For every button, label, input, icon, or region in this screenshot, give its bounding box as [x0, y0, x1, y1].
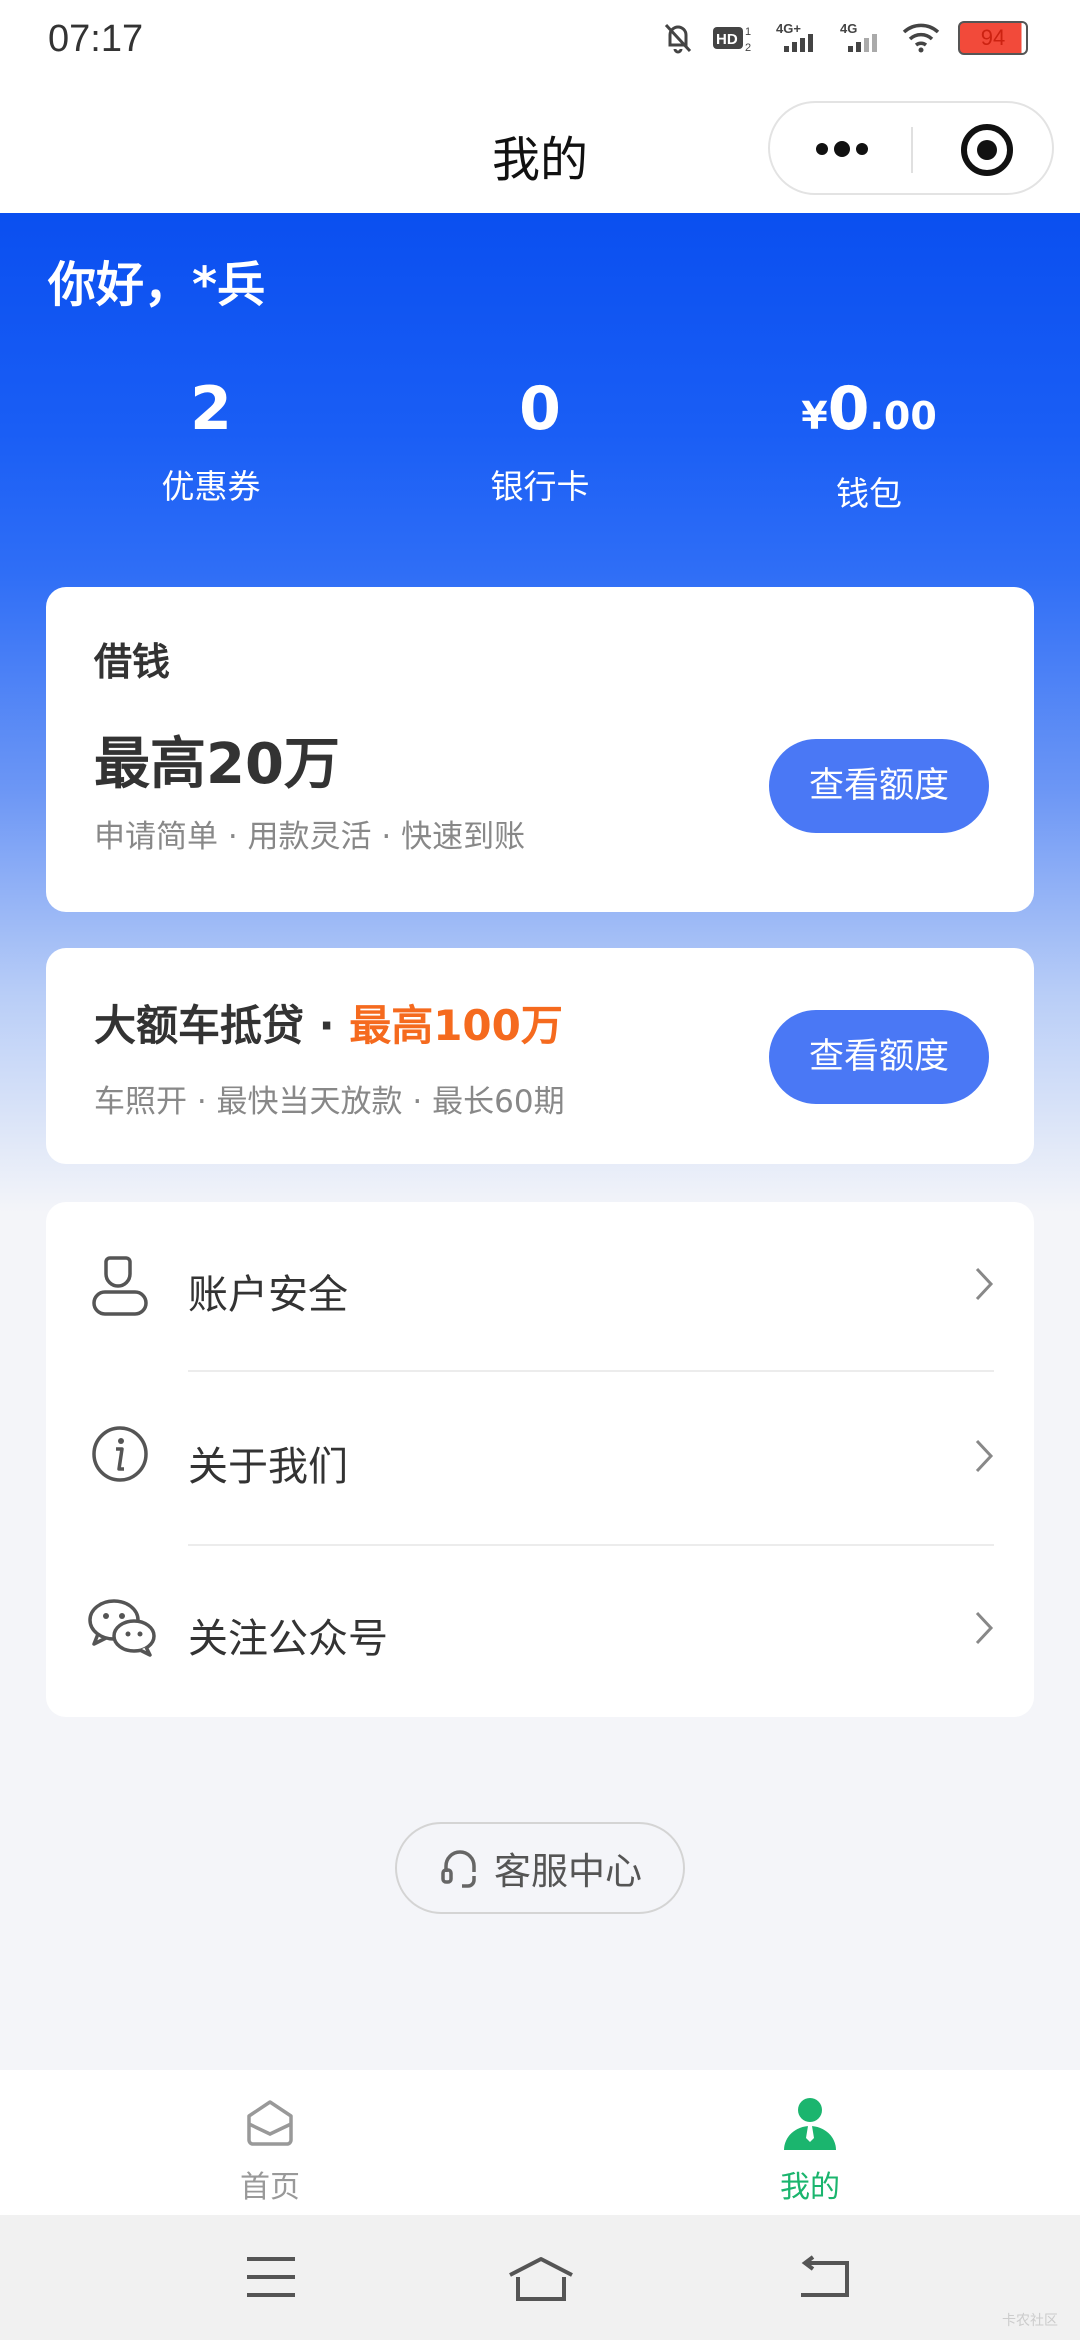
menu-item-account-security[interactable]: 账户安全 [46, 1202, 1034, 1374]
bank-card-count: 0 [519, 374, 561, 444]
home-nav-icon[interactable] [506, 2255, 576, 2303]
menu-label-about-us: 关于我们 [188, 1444, 348, 1490]
tab-bar: 首页 我的 [0, 2070, 1080, 2215]
tab-mine[interactable]: 我的 [660, 2070, 960, 2215]
home-icon [247, 2100, 293, 2146]
signal-4g-icon-2: 4G [840, 21, 877, 52]
settings-menu: 账户安全 关于我们 关注公众号 [46, 1202, 1034, 1717]
car-loan-title-text: 大额车抵贷 · [94, 1001, 350, 1050]
status-time: 07:17 [48, 18, 144, 60]
chevron-right-icon [975, 1267, 994, 1301]
user-icon [92, 1256, 148, 1316]
tab-mine-label: 我的 [780, 2170, 840, 2205]
car-loan-highlight: 最高100万 [349, 1001, 563, 1050]
chevron-right-icon [975, 1439, 994, 1473]
status-bar: 07:17 HD 1 2 4G+ 4G 94 [0, 0, 1080, 84]
car-loan-title: 大额车抵贷 · 最高100万 [94, 992, 563, 1053]
car-loan-check-quota-button[interactable]: 查看额度 [769, 1010, 989, 1104]
tab-home[interactable]: 首页 [120, 2070, 420, 2215]
wallet-integer: 0 [827, 374, 870, 444]
svg-text:HD: HD [716, 31, 738, 48]
loan-description: 申请简单 · 用款灵活 · 快速到账 [94, 819, 526, 855]
watermark: 卡农社区 [1002, 2313, 1058, 2329]
wechat-icon [88, 1599, 156, 1657]
mini-program-capsule [768, 101, 1054, 195]
customer-service-button[interactable]: 客服中心 [395, 1822, 685, 1914]
battery-indicator: 94 [958, 21, 1028, 55]
info-icon [92, 1426, 148, 1482]
svg-text:4G: 4G [840, 21, 857, 36]
status-icons: HD 1 2 4G+ 4G 94 [662, 20, 1028, 56]
svg-text:2: 2 [745, 42, 751, 54]
loan-title: 借钱 [94, 640, 171, 684]
svg-text:1: 1 [745, 26, 751, 38]
menu-icon[interactable] [245, 2255, 297, 2299]
menu-divider [188, 1370, 994, 1372]
stat-coupons[interactable]: 2 优惠券 [61, 372, 361, 508]
car-loan-description: 车照开 · 最快当天放款 · 最长60期 [94, 1084, 565, 1120]
currency-symbol: ¥ [801, 394, 828, 438]
stat-wallet[interactable]: ¥0.00 钱包 [719, 372, 1019, 515]
greeting: 你好，*兵 [48, 257, 266, 313]
headset-icon [441, 1850, 476, 1888]
menu-label-follow-official-account: 关注公众号 [188, 1616, 388, 1662]
menu-label-account-security: 账户安全 [188, 1272, 348, 1318]
car-loan-card[interactable]: 大额车抵贷 · 最高100万 车照开 · 最快当天放款 · 最长60期 查看额度 [46, 948, 1034, 1164]
coupon-count: 2 [190, 374, 232, 444]
back-icon[interactable] [795, 2255, 851, 2299]
loan-card[interactable]: 借钱 最高20万 申请简单 · 用款灵活 · 快速到账 查看额度 [46, 587, 1034, 912]
person-icon [784, 2098, 836, 2150]
capsule-divider [911, 127, 913, 173]
loan-amount: 最高20万 [94, 732, 340, 797]
chevron-right-icon [975, 1611, 994, 1645]
coupon-label: 优惠券 [161, 467, 261, 506]
close-target-icon[interactable] [960, 123, 1014, 177]
wifi-icon [902, 23, 940, 53]
menu-item-follow-official-account[interactable]: 关注公众号 [46, 1546, 1034, 1718]
loan-check-quota-button[interactable]: 查看额度 [769, 739, 989, 833]
mute-bell-icon [664, 23, 692, 54]
nav-bar: 我的 [0, 84, 1080, 213]
customer-service-label: 客服中心 [494, 1850, 642, 1893]
more-icon[interactable] [814, 137, 870, 161]
menu-item-about-us[interactable]: 关于我们 [46, 1374, 1034, 1546]
wallet-decimal: .00 [869, 394, 937, 438]
svg-text:4G+: 4G+ [776, 21, 801, 36]
stat-bank-cards[interactable]: 0 银行卡 [390, 372, 690, 508]
signal-4g-icon: 4G+ [776, 21, 813, 52]
wallet-balance: ¥0.00 [719, 372, 1019, 453]
hd-icon: HD 1 2 [713, 26, 751, 54]
system-navigation-bar: 卡农社区 [0, 2215, 1080, 2340]
bank-card-label: 银行卡 [490, 467, 590, 506]
tab-home-label: 首页 [240, 2170, 300, 2205]
wallet-label: 钱包 [836, 474, 902, 513]
